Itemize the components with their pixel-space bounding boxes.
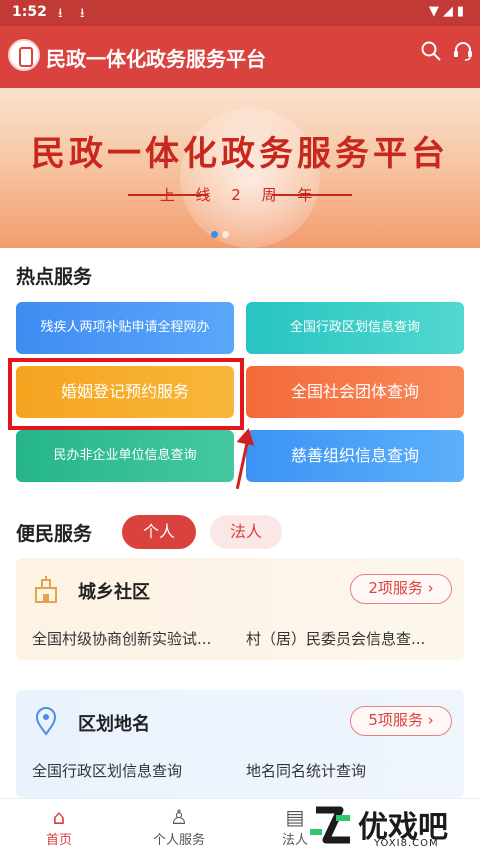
card-title: 区划地名 [78, 714, 150, 735]
service-link[interactable]: 全国行政区划信息查询 [32, 760, 182, 781]
search-icon[interactable] [418, 40, 444, 66]
status-time: 1:52 [12, 4, 47, 20]
card-title: 城乡社区 [78, 582, 150, 603]
banner-subtitle: 上 线 2 周 年 [159, 186, 321, 204]
carousel-dot[interactable] [222, 231, 229, 238]
hot-services-title: 热点服务 [16, 266, 93, 288]
watermark-logo-icon [310, 806, 350, 844]
highlight-box [8, 358, 244, 430]
annotation-arrow-head [236, 426, 258, 446]
banner-divider [272, 194, 352, 196]
card-urban-rural-community[interactable]: 城乡社区 2项服务 › 全国村级协商创新实验试... 村（居）民委员会信息查..… [16, 558, 464, 660]
convenience-services-title: 便民服务 [16, 523, 93, 545]
card-division-place-names[interactable]: 区划地名 5项服务 › 全国行政区划信息查询 地名同名统计查询 [16, 690, 464, 798]
banner-title: 民政一体化政务服务平台 [31, 134, 449, 174]
tile-charity-org-query[interactable]: 慈善组织信息查询 [246, 430, 464, 482]
tile-admin-division-query[interactable]: 全国行政区划信息查询 [246, 302, 464, 354]
service-link[interactable]: 全国村级协商创新实验试... [32, 628, 211, 649]
download-icon: ⭳ [58, 6, 63, 21]
tile-disability-subsidy[interactable]: 残疾人两项补贴申请全程网办 [16, 302, 234, 354]
service-count-button[interactable]: 5项服务 › [350, 706, 452, 736]
service-count-button[interactable]: 2项服务 › [350, 574, 452, 604]
app-logo-icon [8, 39, 40, 71]
app-header: 民政一体化政务服务平台 [0, 26, 480, 88]
person-icon: ♙ [170, 805, 188, 829]
download-icon: ⭳ [80, 6, 85, 21]
service-link[interactable]: 地名同名统计查询 [246, 760, 366, 781]
tab-legal-person[interactable]: 法人 [210, 515, 282, 549]
app-title: 民政一体化政务服务平台 [46, 47, 266, 71]
status-bar: 1:52 ⭳ ⭳ ▼◢▮ [0, 0, 480, 26]
tile-social-group-query[interactable]: 全国社会团体查询 [246, 366, 464, 418]
tab-personal[interactable]: 个人 [122, 515, 196, 549]
customer-service-icon[interactable] [450, 40, 476, 66]
watermark-domain: YOXI8.COM [374, 838, 439, 849]
nav-personal-services[interactable]: ♙ 个人服务 [124, 805, 234, 848]
nav-home[interactable]: ⌂ 首页 [4, 805, 114, 848]
system-status-icons: ▼◢▮ [428, 4, 468, 19]
service-link[interactable]: 村（居）民委员会信息查... [246, 628, 425, 649]
promo-banner[interactable]: 民政一体化政务服务平台 上 线 2 周 年 [0, 88, 480, 248]
carousel-dot-active[interactable] [211, 231, 218, 238]
location-pin-icon [35, 707, 57, 736]
nav-label: 个人服务 [152, 833, 205, 848]
watermark: 优戏吧 YOXI8.COM [300, 800, 480, 852]
nav-label: 首页 [45, 833, 72, 848]
tile-private-nonenterprise-query[interactable]: 民办非企业单位信息查询 [16, 430, 234, 482]
community-icon [35, 576, 57, 603]
home-icon: ⌂ [52, 805, 66, 829]
